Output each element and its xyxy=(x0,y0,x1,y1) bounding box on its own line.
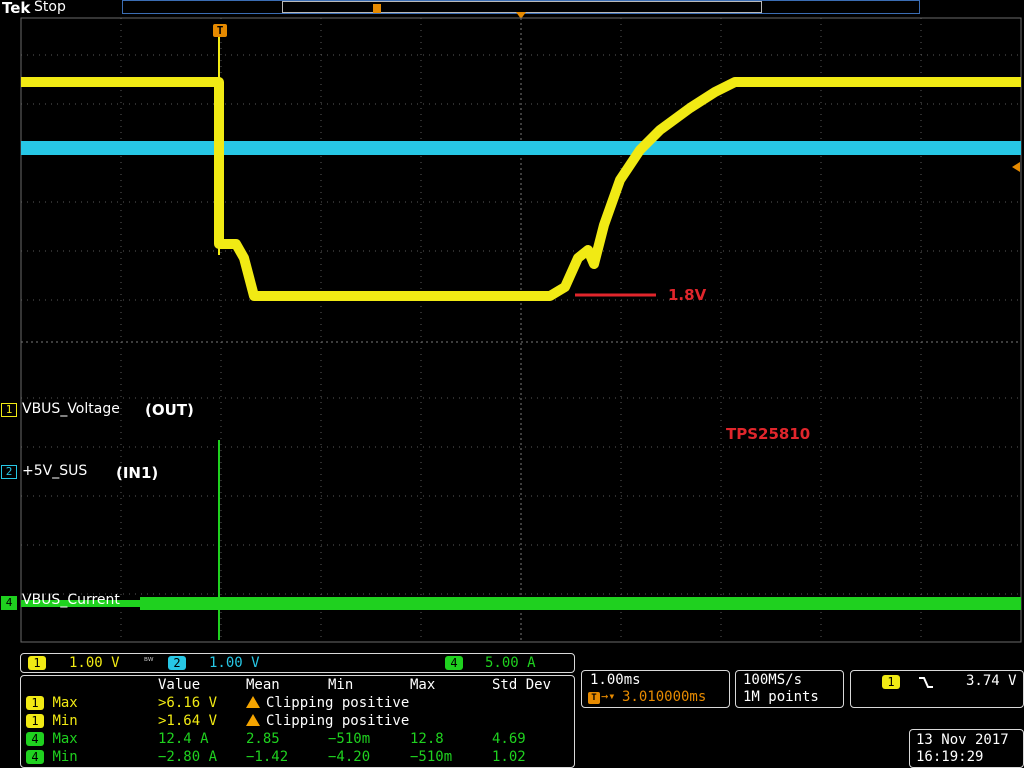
ch4-badge: 4 xyxy=(26,750,44,764)
ch4-marker[interactable]: 4 xyxy=(1,596,17,610)
table-row[interactable]: 1 Max >6.16 V Clipping positive xyxy=(26,694,567,712)
ch4-waveform-noisy xyxy=(140,597,1021,610)
ch4-scale: 5.00 A xyxy=(485,655,536,671)
horizontal-scale: 1.00ms xyxy=(590,672,641,688)
header-mean: Mean xyxy=(246,677,280,693)
part-annotation: TPS25810 xyxy=(726,425,811,443)
measurement-mean: 2.85 xyxy=(246,731,280,747)
ch1-badge: 1 xyxy=(26,714,44,728)
ch4-badge: 4 xyxy=(26,732,44,746)
measurement-max: −510m xyxy=(410,749,453,765)
ch1-note: (OUT) xyxy=(145,401,194,419)
falling-edge-icon xyxy=(919,677,933,688)
warning-icon xyxy=(246,714,260,726)
measurements-table: Value Mean Min Max Std Dev 1 Max >6.16 V… xyxy=(26,676,567,766)
ch1-scale-badge: 1 xyxy=(28,656,46,670)
ch2-waveform xyxy=(21,141,1021,155)
time: 16:19:29 xyxy=(916,749,984,765)
sample-rate: 100MS/s xyxy=(743,672,803,688)
measurement-std: 1.02 xyxy=(492,749,526,765)
header-value: Value xyxy=(158,677,201,693)
trigger-level: 3.74 V xyxy=(966,673,1017,689)
measurement-min: −4.20 xyxy=(328,749,371,765)
bw-limit-icon: ᴮᵂ xyxy=(144,657,154,667)
measurement-label: Max xyxy=(52,731,78,747)
measurement-std: 4.69 xyxy=(492,731,526,747)
table-row[interactable]: 4 Min −2.80 A −1.42 −4.20 −510m 1.02 xyxy=(26,748,567,766)
horizontal-panel[interactable]: 1.00ms T →▾ 3.010000ms xyxy=(581,670,730,708)
trigger-arrow-icon: →▾ xyxy=(601,689,616,703)
ch4-scale-badge: 4 xyxy=(445,656,463,670)
measurements-panel[interactable]: Value Mean Min Max Std Dev 1 Max >6.16 V… xyxy=(20,675,575,768)
trigger-level-marker-icon[interactable] xyxy=(1012,162,1020,172)
trigger-position-icon: T xyxy=(588,692,600,704)
ch1-badge: 1 xyxy=(26,696,44,710)
measurement-value: >1.64 V xyxy=(158,713,218,729)
header-std-dev: Std Dev xyxy=(492,677,552,693)
vertical-scale-panel[interactable]: 1 1.00 V ᴮᵂ 2 1.00 V 4 5.00 A xyxy=(20,653,575,673)
datetime-panel: 13 Nov 2017 16:19:29 xyxy=(909,729,1024,768)
ch2-scale: 1.00 V xyxy=(209,655,260,671)
measurement-min: −510m xyxy=(328,731,371,747)
waveform-display[interactable] xyxy=(0,16,1024,652)
ch1-label: VBUS_Voltage xyxy=(22,401,120,417)
trigger-position-marker[interactable]: T xyxy=(213,24,227,37)
ch2-label: +5V_SUS xyxy=(22,463,88,479)
measurement-label: Max xyxy=(52,695,78,711)
measurement-mean: −1.42 xyxy=(246,749,289,765)
ch2-marker[interactable]: 2 xyxy=(1,465,17,479)
level-annotation: 1.8V xyxy=(668,286,707,304)
measurement-value: −2.80 A xyxy=(158,749,218,765)
trigger-position-top-icon xyxy=(373,4,381,13)
ch1-marker[interactable]: 1 xyxy=(1,403,17,417)
measurements-header-row: Value Mean Min Max Std Dev xyxy=(26,676,567,694)
warning-text: Clipping positive xyxy=(266,713,410,729)
header-max: Max xyxy=(410,677,436,693)
measurement-max: 12.8 xyxy=(410,731,444,747)
table-row[interactable]: 4 Max 12.4 A 2.85 −510m 12.8 4.69 xyxy=(26,730,567,748)
horizontal-position: 3.010000ms xyxy=(622,689,707,705)
trigger-source-badge: 1 xyxy=(882,675,900,689)
header-min: Min xyxy=(328,677,354,693)
brand-logo: Tek xyxy=(2,0,31,17)
trigger-panel[interactable]: 1 3.74 V xyxy=(850,670,1024,708)
warning-text: Clipping positive xyxy=(266,695,410,711)
warning-icon xyxy=(246,696,260,708)
record-length: 1M points xyxy=(743,689,819,705)
ch4-label: VBUS_Current xyxy=(22,592,120,608)
ch2-scale-badge: 2 xyxy=(168,656,186,670)
measurement-value: 12.4 A xyxy=(158,731,209,747)
acquisition-panel[interactable]: 100MS/s 1M points xyxy=(735,670,844,708)
date: 13 Nov 2017 xyxy=(916,732,1009,748)
ch1-scale: 1.00 V xyxy=(69,655,120,671)
graticule-axes xyxy=(21,18,1021,642)
measurement-label: Min xyxy=(52,713,78,729)
acquisition-status: Stop xyxy=(34,0,66,15)
table-row[interactable]: 1 Min >1.64 V Clipping positive xyxy=(26,712,567,730)
measurement-value: >6.16 V xyxy=(158,695,218,711)
top-bar: Tek Stop xyxy=(0,0,1024,19)
ch2-note: (IN1) xyxy=(116,464,159,482)
measurement-label: Min xyxy=(52,749,78,765)
